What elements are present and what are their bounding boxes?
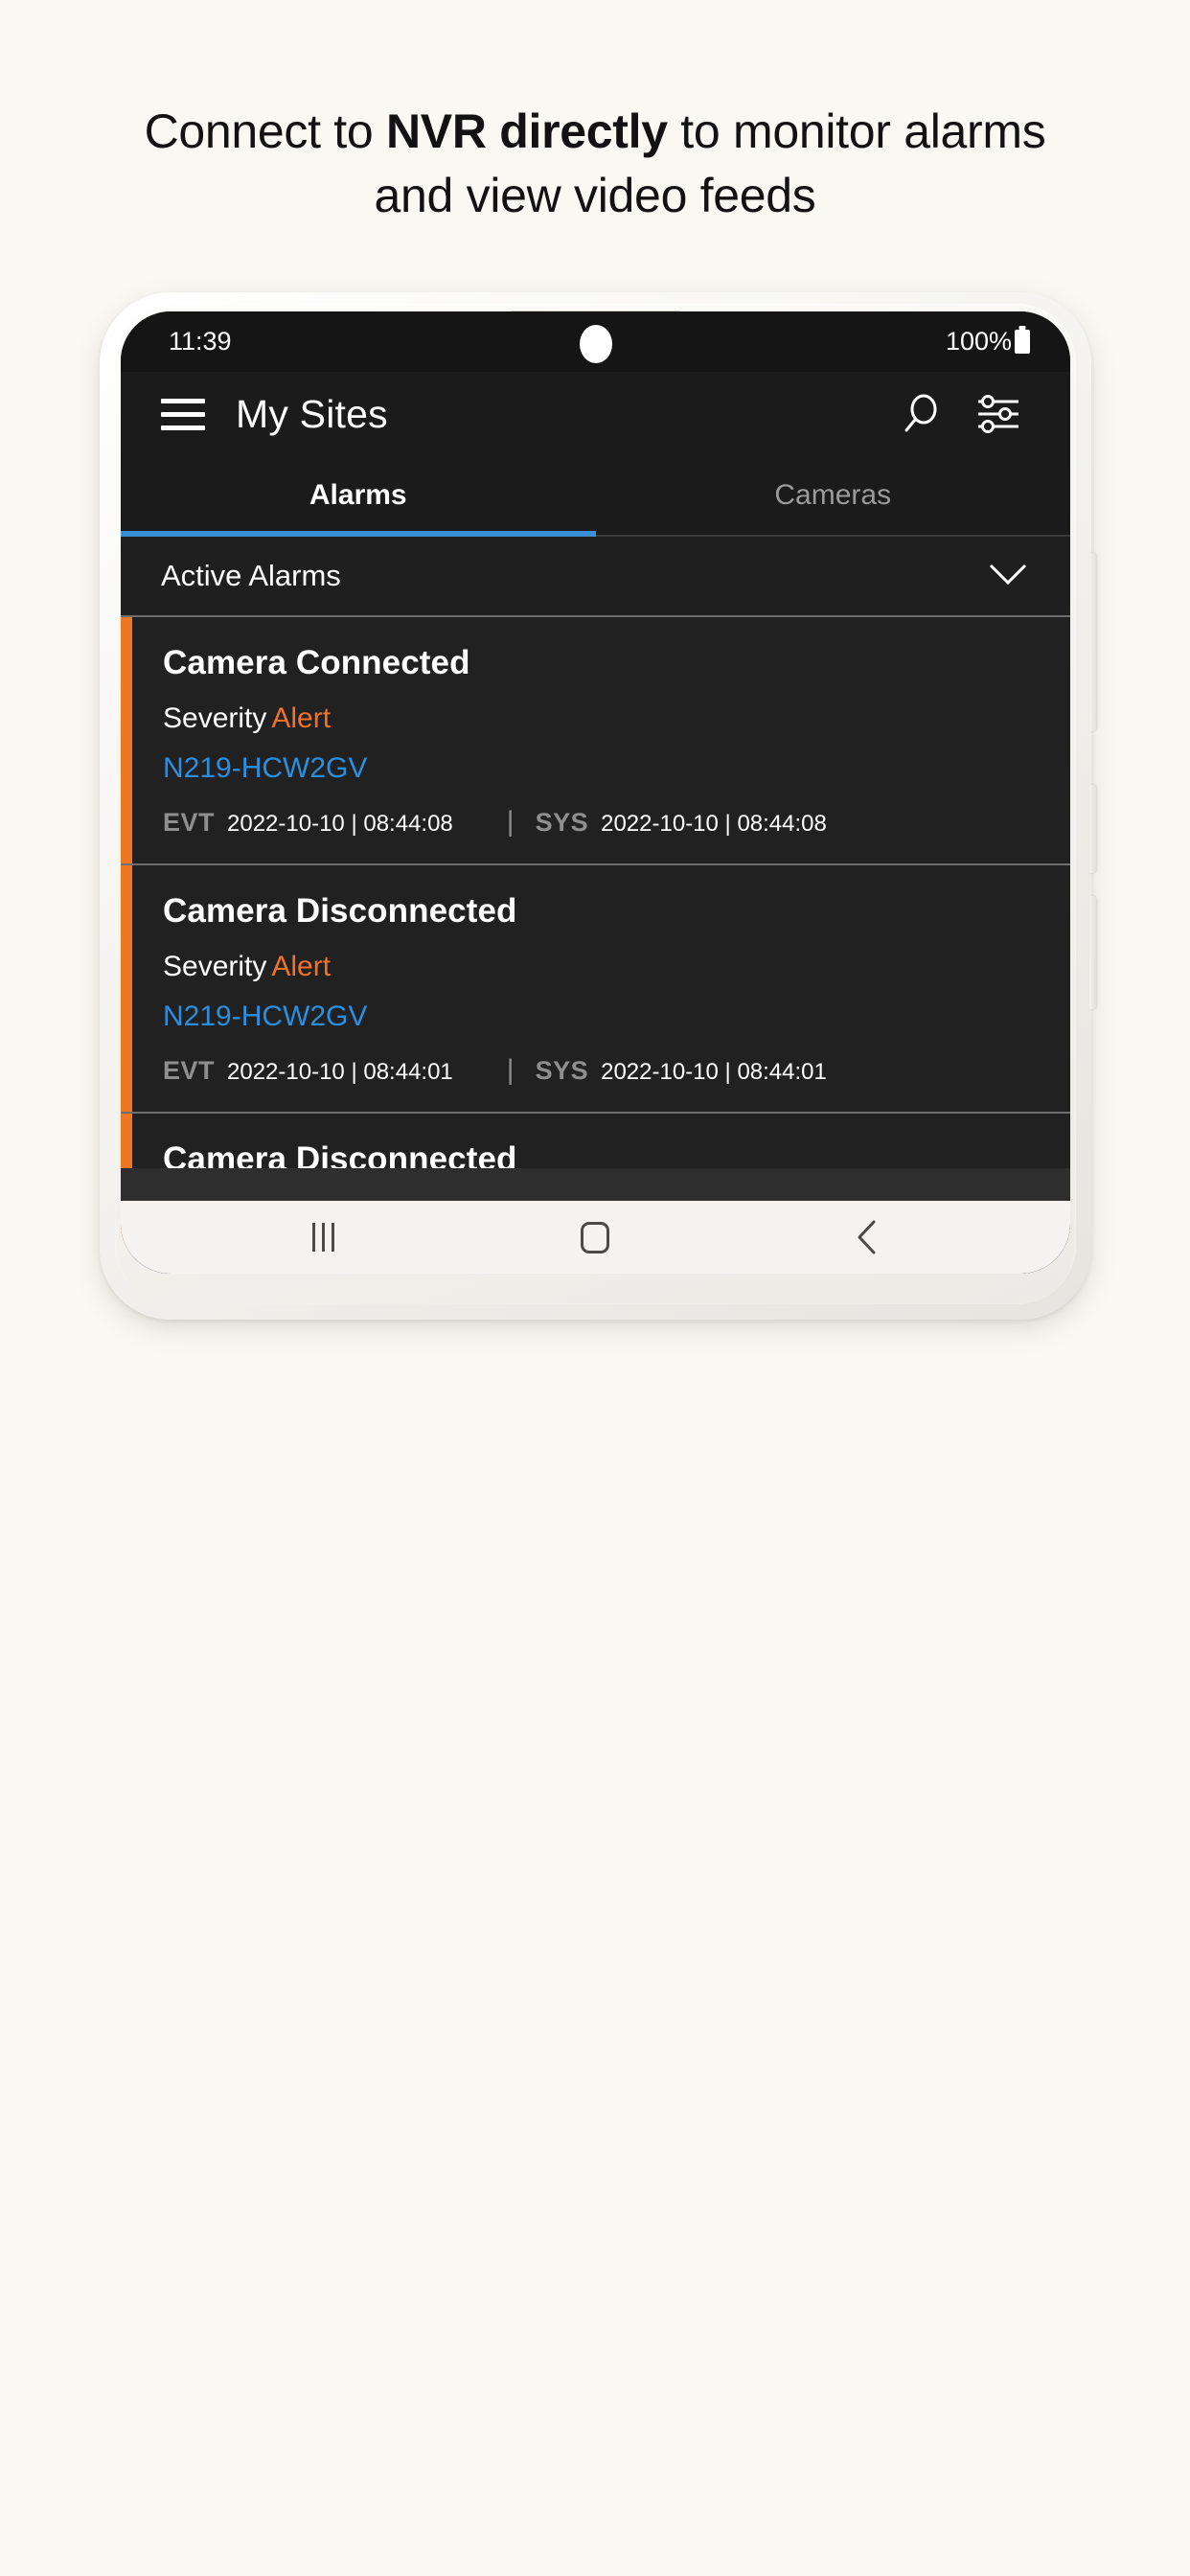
alarm-timestamps: EVT 2022-10-10 | 08:44:01 | SYS 2022-10-…	[163, 1054, 1070, 1087]
hamburger-menu-icon[interactable]	[161, 398, 205, 430]
status-right-cluster: 100%	[946, 327, 1030, 356]
severity-label: Severity	[163, 951, 267, 982]
volume-button[interactable]	[1089, 553, 1096, 731]
front-camera-icon	[579, 325, 612, 363]
sys-label: SYS	[535, 807, 589, 837]
alarm-camera-link[interactable]: N219-HCW2GV	[163, 1000, 1070, 1033]
evt-label: EVT	[163, 807, 216, 837]
search-icon[interactable]	[894, 387, 948, 441]
evt-value: 2022-10-10 | 08:44:08	[227, 810, 453, 837]
sys-timestamp: SYS 2022-10-10 | 08:44:08	[536, 808, 827, 838]
evt-timestamp: EVT 2022-10-10 | 08:44:01	[163, 1056, 453, 1086]
timestamp-divider: |	[506, 1054, 515, 1086]
severity-label: Severity	[163, 702, 267, 734]
severity-value: Alert	[271, 951, 332, 982]
sys-timestamp: SYS 2022-10-10 | 08:44:01	[536, 1056, 827, 1086]
app-bar: My Sites	[121, 372, 1070, 456]
alarm-severity-row: SeverityAlert	[163, 951, 1070, 983]
recents-bar	[312, 1223, 316, 1252]
tab-alarms[interactable]: Alarms	[121, 456, 596, 535]
active-alarms-label: Active Alarms	[161, 559, 341, 592]
evt-value: 2022-10-10 | 08:44:01	[227, 1058, 453, 1085]
severity-color-bar	[121, 617, 132, 863]
back-chevron-icon[interactable]	[829, 1208, 905, 1266]
evt-label: EVT	[163, 1055, 216, 1085]
status-time: 11:39	[169, 327, 232, 356]
headline-text-bold: NVR directly	[385, 104, 668, 158]
alarm-title: Camera Connected	[163, 644, 470, 681]
battery-percent-label: 100%	[945, 327, 1012, 356]
page-title: My Sites	[236, 391, 388, 436]
bixby-button[interactable]	[1089, 896, 1096, 1009]
timestamp-divider: |	[506, 806, 515, 838]
recents-bar	[332, 1223, 335, 1252]
alarm-severity-row: SeverityAlert	[163, 702, 1070, 735]
alarm-camera-link[interactable]: N219-HCW2GV	[163, 752, 1070, 785]
promo-headline: Connect to NVR directly to monitor alarm…	[116, 100, 1074, 227]
recents-bar	[322, 1223, 326, 1252]
tab-bar: Alarms Cameras	[121, 456, 1070, 537]
recents-icon[interactable]	[286, 1208, 362, 1266]
hamburger-line	[161, 398, 205, 403]
list-bottom-scrim	[121, 1168, 1070, 1201]
headline-text-part1: Connect to	[144, 104, 386, 158]
alarm-list-item[interactable]: Camera Disconnected SeverityAlert N219-H…	[121, 865, 1070, 1114]
hamburger-line	[161, 411, 205, 417]
filter-sliders-icon[interactable]	[973, 387, 1026, 441]
sys-value: 2022-10-10 | 08:44:08	[601, 810, 827, 837]
hamburger-line	[161, 425, 205, 430]
phone-screen: 11:39 100% My Sites Alarms Cameras Activ…	[121, 311, 1070, 1274]
active-alarms-filter[interactable]: Active Alarms	[121, 537, 1070, 617]
sys-label: SYS	[535, 1055, 589, 1085]
alarm-list-item[interactable]: Camera Connected Severity Alert N219-HCW2…	[121, 617, 1070, 865]
power-button[interactable]	[1089, 785, 1096, 873]
severity-value: Alert	[271, 702, 332, 734]
tab-cameras[interactable]: Cameras	[596, 456, 1071, 535]
battery-full-icon	[1015, 330, 1030, 354]
android-nav-bar	[121, 1201, 1070, 1274]
tab-active-indicator	[121, 531, 596, 537]
chevron-down-icon[interactable]	[988, 562, 1028, 591]
severity-color-bar	[121, 865, 132, 1112]
alarm-title: Camera Disconnected	[163, 892, 517, 930]
phone-mockup: 11:39 100% My Sites Alarms Cameras Activ…	[100, 292, 1096, 1320]
alarm-timestamps: EVT 2022-10-10 | 08:44:08 | SYS 2022-10-…	[163, 806, 1070, 839]
status-bar: 11:39 100%	[121, 311, 1070, 372]
sys-value: 2022-10-10 | 08:44:01	[601, 1058, 827, 1085]
home-icon[interactable]	[557, 1208, 633, 1266]
evt-timestamp: EVT 2022-10-10 | 08:44:08	[163, 808, 453, 838]
